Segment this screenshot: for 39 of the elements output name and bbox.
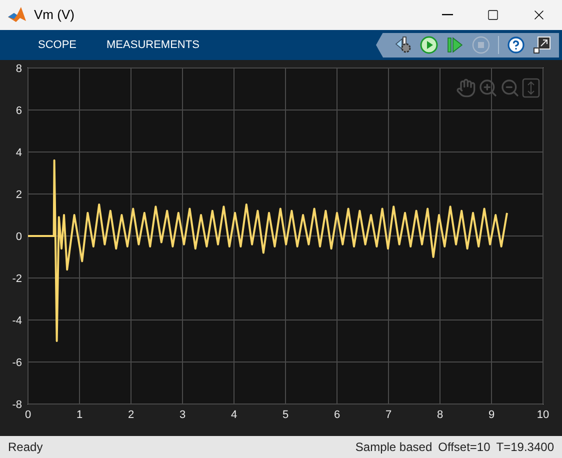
y-tick-label: 2 [16,189,22,201]
help-icon[interactable] [507,36,525,54]
maximize-icon [487,9,499,21]
y-tick-label: -2 [12,273,22,285]
x-tick-label: 8 [436,409,444,421]
y-tick-label: -8 [12,399,22,411]
x-tick-label: 6 [334,409,340,421]
status-text: Ready [8,439,43,456]
x-tick-label: 10 [536,409,550,421]
x-tick-label: 0 [24,409,32,421]
settings-icon[interactable] [394,36,412,54]
ribbon-tab[interactable]: SCOPE [24,30,91,60]
pan-icon[interactable] [456,78,476,98]
ribbon-tab[interactable]: MEASUREMENTS [92,30,214,60]
window-title: Vm (V) [34,6,74,24]
y-tick-label: 6 [16,105,22,117]
x-tick-label: 4 [230,409,238,421]
y-tick-label: 8 [16,63,22,75]
y-tick-label: 0 [16,231,22,243]
zoom-in-icon[interactable] [478,78,498,98]
status-info: T=19.3400 [496,439,554,456]
x-tick-label: 1 [76,409,83,421]
y-tick-label: -6 [12,357,22,369]
app-logo-icon [8,7,26,23]
y-tick-label: 4 [16,147,22,159]
fit-axes-icon[interactable] [522,78,540,98]
zoom-out-icon[interactable] [500,78,520,98]
x-tick-label: 3 [179,409,186,421]
x-tick-label: 5 [282,409,289,421]
x-tick-label: 9 [488,409,495,421]
undock-icon[interactable] [533,36,551,54]
y-tick-label: -4 [12,315,22,327]
x-tick-label: 2 [128,409,134,421]
play-icon[interactable] [420,36,438,54]
step-forward-icon[interactable] [446,36,464,54]
status-info: Sample based [355,439,432,456]
status-info: Offset=10 [438,439,490,456]
minimize-icon [442,14,452,16]
x-tick-label: 7 [385,409,392,421]
